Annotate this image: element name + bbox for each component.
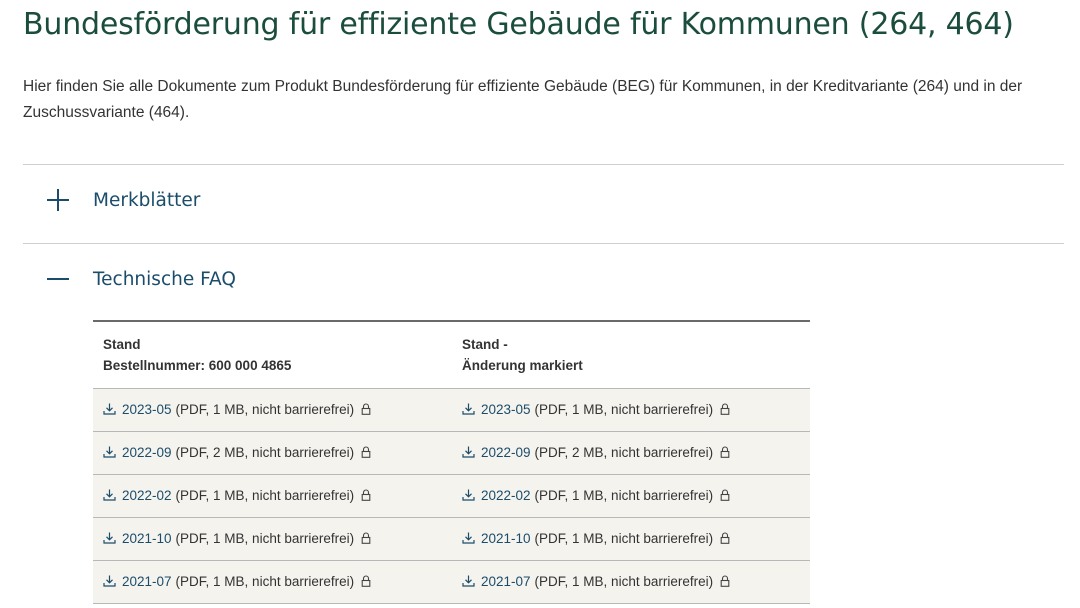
document-date: 2021-07: [481, 573, 531, 589]
accordion-technische-faq[interactable]: Technische FAQ: [23, 259, 1064, 299]
table-row: 2021-10 (PDF, 1 MB, nicht barrierefrei) …: [93, 517, 810, 561]
download-icon: [103, 532, 116, 544]
document-download-link[interactable]: 2022-02 (PDF, 1 MB, nicht barrierefrei): [103, 488, 371, 503]
document-meta: (PDF, 1 MB, nicht barrierefrei): [175, 401, 355, 417]
lock-icon: [361, 489, 371, 502]
divider: [23, 164, 1064, 165]
document-meta: (PDF, 1 MB, nicht barrierefrei): [534, 487, 714, 503]
lock-icon: [720, 489, 730, 502]
download-icon: [462, 446, 475, 458]
document-date: 2022-02: [481, 487, 531, 503]
page-title: Bundesförderung für effiziente Gebäude f…: [23, 7, 1014, 42]
lock-icon: [361, 575, 371, 588]
table-cell: 2021-07 (PDF, 1 MB, nicht barrierefrei): [93, 560, 452, 604]
document-download-link[interactable]: 2021-10 (PDF, 1 MB, nicht barrierefrei): [462, 531, 730, 546]
accordion-label: Technische FAQ: [93, 268, 236, 290]
document-date: 2021-10: [481, 530, 531, 546]
document-download-link[interactable]: 2022-02 (PDF, 1 MB, nicht barrierefrei): [462, 488, 730, 503]
document-meta: (PDF, 1 MB, nicht barrierefrei): [534, 573, 714, 589]
table-cell: 2021-10 (PDF, 1 MB, nicht barrierefrei): [452, 517, 810, 561]
document-date: 2022-09: [122, 444, 172, 460]
table-cell: 2021-10 (PDF, 1 MB, nicht barrierefrei): [93, 517, 452, 561]
document-meta: (PDF, 2 MB, nicht barrierefrei): [175, 444, 355, 460]
document-download-link[interactable]: 2021-10 (PDF, 1 MB, nicht barrierefrei): [103, 531, 371, 546]
column-header-stand-markiert: Stand - Änderung markiert: [452, 321, 810, 389]
download-icon: [462, 575, 475, 587]
document-date: 2023-05: [481, 401, 531, 417]
download-icon: [103, 403, 116, 415]
table-cell: 2023-05 (PDF, 1 MB, nicht barrierefrei): [452, 388, 810, 432]
header-line: Stand: [103, 337, 141, 352]
document-meta: (PDF, 1 MB, nicht barrierefrei): [534, 530, 714, 546]
documents-table: Stand Bestellnummer: 600 000 4865 Stand …: [93, 320, 810, 604]
lock-icon: [720, 403, 730, 416]
table-cell: 2022-09 (PDF, 2 MB, nicht barrierefrei): [452, 431, 810, 475]
lock-icon: [720, 446, 730, 459]
lock-icon: [361, 532, 371, 545]
document-date: 2021-07: [122, 573, 172, 589]
minus-icon: [47, 268, 69, 290]
document-meta: (PDF, 1 MB, nicht barrierefrei): [175, 487, 355, 503]
column-header-stand: Stand Bestellnummer: 600 000 4865: [93, 321, 452, 389]
intro-text: Hier finden Sie alle Dokumente zum Produ…: [23, 78, 1023, 121]
lock-icon: [361, 446, 371, 459]
table-header-row: Stand Bestellnummer: 600 000 4865 Stand …: [93, 321, 810, 389]
document-date: 2022-09: [481, 444, 531, 460]
header-line: Stand -: [462, 337, 508, 352]
document-download-link[interactable]: 2023-05 (PDF, 1 MB, nicht barrierefrei): [462, 402, 730, 417]
document-download-link[interactable]: 2021-07 (PDF, 1 MB, nicht barrierefrei): [462, 574, 730, 589]
document-download-link[interactable]: 2023-05 (PDF, 1 MB, nicht barrierefrei): [103, 402, 371, 417]
lock-icon: [361, 403, 371, 416]
table-row: 2021-07 (PDF, 1 MB, nicht barrierefrei) …: [93, 560, 810, 604]
table-row: 2022-09 (PDF, 2 MB, nicht barrierefrei) …: [93, 431, 810, 475]
plus-icon: [47, 189, 69, 211]
table-row: 2022-02 (PDF, 1 MB, nicht barrierefrei) …: [93, 474, 810, 518]
download-icon: [462, 532, 475, 544]
accordion-merkblaetter[interactable]: Merkblätter: [23, 180, 1064, 220]
page: Bundesförderung für effiziente Gebäude f…: [0, 0, 1080, 608]
document-date: 2022-02: [122, 487, 172, 503]
document-meta: (PDF, 2 MB, nicht barrierefrei): [534, 444, 714, 460]
table-cell: 2023-05 (PDF, 1 MB, nicht barrierefrei): [93, 388, 452, 432]
header-line: Änderung markiert: [462, 358, 583, 373]
document-download-link[interactable]: 2022-09 (PDF, 2 MB, nicht barrierefrei): [462, 445, 730, 460]
download-icon: [462, 489, 475, 501]
document-download-link[interactable]: 2021-07 (PDF, 1 MB, nicht barrierefrei): [103, 574, 371, 589]
table-cell: 2022-02 (PDF, 1 MB, nicht barrierefrei): [452, 474, 810, 518]
download-icon: [103, 575, 116, 587]
document-meta: (PDF, 1 MB, nicht barrierefrei): [534, 401, 714, 417]
table-cell: 2021-07 (PDF, 1 MB, nicht barrierefrei): [452, 560, 810, 604]
divider: [23, 243, 1064, 244]
accordion-label: Merkblätter: [93, 189, 201, 211]
document-meta: (PDF, 1 MB, nicht barrierefrei): [175, 530, 355, 546]
table-cell: 2022-09 (PDF, 2 MB, nicht barrierefrei): [93, 431, 452, 475]
download-icon: [103, 489, 116, 501]
header-line: Bestellnummer: 600 000 4865: [103, 358, 292, 373]
table-row: 2023-05 (PDF, 1 MB, nicht barrierefrei) …: [93, 388, 810, 432]
table-cell: 2022-02 (PDF, 1 MB, nicht barrierefrei): [93, 474, 452, 518]
lock-icon: [720, 532, 730, 545]
document-date: 2021-10: [122, 530, 172, 546]
document-download-link[interactable]: 2022-09 (PDF, 2 MB, nicht barrierefrei): [103, 445, 371, 460]
document-date: 2023-05: [122, 401, 172, 417]
download-icon: [462, 403, 475, 415]
document-meta: (PDF, 1 MB, nicht barrierefrei): [175, 573, 355, 589]
lock-icon: [720, 575, 730, 588]
download-icon: [103, 446, 116, 458]
